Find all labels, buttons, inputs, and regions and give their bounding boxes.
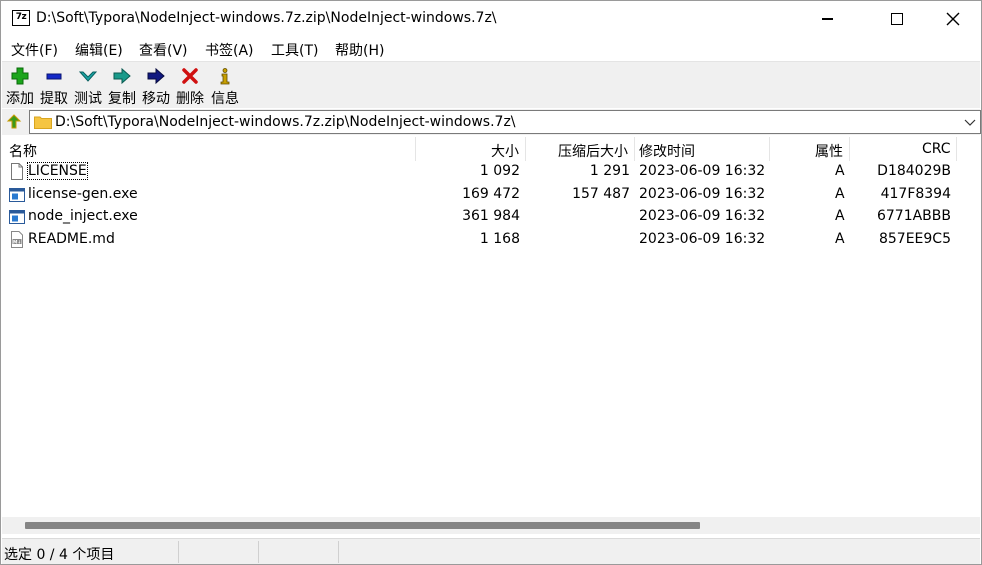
menu-bar: 文件(F) 编辑(E) 查看(V) 书签(A) 工具(T) 帮助(H) xyxy=(2,38,980,60)
file-size: 1 168 xyxy=(479,231,520,247)
chevron-down-icon[interactable] xyxy=(964,117,976,127)
file-row[interactable]: node_inject.exe 361 984 2023-06-09 16:32… xyxy=(2,206,980,228)
status-divider xyxy=(258,541,259,563)
column-header-crc[interactable]: CRC xyxy=(922,141,951,157)
svg-text:M↓: M↓ xyxy=(13,239,21,245)
file-modified: 2023-06-09 16:32 xyxy=(639,163,766,179)
address-bar: D:\Soft\Typora\NodeInject-windows.7z.zip… xyxy=(2,109,981,135)
column-divider[interactable] xyxy=(415,137,416,161)
column-header-modified[interactable]: 修改时间 xyxy=(639,141,695,161)
column-header-attributes[interactable]: 属性 xyxy=(815,141,843,161)
column-divider[interactable] xyxy=(956,137,957,161)
column-header-packed-size[interactable]: 压缩后大小 xyxy=(558,141,628,161)
test-button[interactable]: 测试 xyxy=(70,66,106,108)
column-header-size[interactable]: 大小 xyxy=(491,141,519,161)
info-button[interactable]: 信息 xyxy=(207,66,243,108)
file-row[interactable]: license-gen.exe 169 472 157 487 2023-06-… xyxy=(2,184,980,206)
up-folder-button[interactable] xyxy=(6,114,22,130)
status-divider xyxy=(338,541,339,563)
toolbar: 添加 提取 测试 复制 移动 删除 信息 xyxy=(2,61,980,108)
file-size: 361 984 xyxy=(462,208,520,224)
file-row[interactable]: LICENSE 1 092 1 291 2023-06-09 16:32 A D… xyxy=(2,161,980,183)
7zip-app-icon[interactable]: 7z xyxy=(12,10,30,26)
file-name: node_inject.exe xyxy=(28,208,138,224)
info-icon xyxy=(220,68,230,85)
move-label: 移动 xyxy=(142,91,170,107)
copy-label: 复制 xyxy=(108,91,136,107)
file-list[interactable]: 名称 大小 压缩后大小 修改时间 属性 CRC LICENSE 1 092 1 … xyxy=(2,137,980,517)
file-crc: 857EE9C5 xyxy=(878,231,951,247)
file-crc: 417F8394 xyxy=(880,186,951,202)
file-modified: 2023-06-09 16:32 xyxy=(639,231,766,247)
maximize-icon xyxy=(891,13,903,25)
extract-button[interactable]: 提取 xyxy=(36,66,72,108)
add-button[interactable]: 添加 xyxy=(2,66,38,108)
add-icon xyxy=(11,67,29,85)
add-label: 添加 xyxy=(6,91,34,107)
file-packed-size: 157 487 xyxy=(572,186,630,202)
column-divider[interactable] xyxy=(769,137,770,161)
status-bar: 选定 0 / 4 个项目 xyxy=(2,538,980,564)
close-icon xyxy=(946,12,960,26)
column-divider[interactable] xyxy=(525,137,526,161)
up-folder-icon xyxy=(6,114,22,129)
exe-file-icon xyxy=(9,210,25,224)
file-packed-size: 1 291 xyxy=(589,163,630,179)
file-name: README.md xyxy=(28,231,115,247)
window-title: D:\Soft\Typora\NodeInject-windows.7z.zip… xyxy=(36,10,497,26)
status-selection: 选定 0 / 4 个项目 xyxy=(4,547,115,563)
file-name: license-gen.exe xyxy=(28,186,138,202)
menu-help[interactable]: 帮助(H) xyxy=(335,40,384,60)
file-attributes: A xyxy=(835,163,845,179)
column-header-name[interactable]: 名称 xyxy=(9,141,37,161)
move-button[interactable]: 移动 xyxy=(138,66,174,108)
file-crc: 6771ABBB xyxy=(876,208,951,224)
extract-label: 提取 xyxy=(40,91,68,107)
text-file-icon xyxy=(11,163,23,180)
menu-file[interactable]: 文件(F) xyxy=(11,40,58,60)
markdown-file-icon: M↓ xyxy=(11,231,23,248)
file-name: LICENSE xyxy=(27,162,88,180)
status-divider xyxy=(178,541,179,563)
file-row[interactable]: M↓ README.md 1 168 2023-06-09 16:32 A 85… xyxy=(2,229,980,251)
info-label: 信息 xyxy=(211,91,239,107)
minimize-icon xyxy=(821,18,833,20)
delete-button[interactable]: 删除 xyxy=(172,66,208,108)
list-header: 名称 大小 压缩后大小 修改时间 属性 CRC xyxy=(2,137,980,161)
file-attributes: A xyxy=(835,231,845,247)
extract-icon xyxy=(46,73,62,80)
menu-bookmarks[interactable]: 书签(A) xyxy=(205,40,254,60)
delete-label: 删除 xyxy=(176,91,204,107)
file-crc: D184029B xyxy=(877,163,951,179)
move-icon xyxy=(147,67,165,85)
minimize-button[interactable] xyxy=(804,1,850,37)
column-divider[interactable] xyxy=(634,137,635,161)
menu-view[interactable]: 查看(V) xyxy=(139,40,188,60)
copy-icon xyxy=(113,67,131,85)
menu-tools[interactable]: 工具(T) xyxy=(271,40,318,60)
address-path: D:\Soft\Typora\NodeInject-windows.7z.zip… xyxy=(55,114,516,130)
file-modified: 2023-06-09 16:32 xyxy=(639,186,766,202)
close-button[interactable] xyxy=(930,1,976,37)
file-size: 169 472 xyxy=(462,186,520,202)
horizontal-scrollbar[interactable] xyxy=(2,517,980,534)
app-window: 7z D:\Soft\Typora\NodeInject-windows.7z.… xyxy=(0,0,982,565)
folder-icon xyxy=(34,116,52,129)
maximize-button[interactable] xyxy=(874,1,920,37)
scrollbar-thumb[interactable] xyxy=(25,522,700,529)
title-bar[interactable]: 7z D:\Soft\Typora\NodeInject-windows.7z.… xyxy=(1,1,981,37)
file-attributes: A xyxy=(835,208,845,224)
file-size: 1 092 xyxy=(479,163,520,179)
exe-file-icon xyxy=(9,188,25,202)
delete-icon xyxy=(182,68,198,84)
copy-button[interactable]: 复制 xyxy=(104,66,140,108)
address-field[interactable]: D:\Soft\Typora\NodeInject-windows.7z.zip… xyxy=(29,110,981,134)
column-divider[interactable] xyxy=(849,137,850,161)
file-attributes: A xyxy=(835,186,845,202)
test-icon xyxy=(79,71,97,82)
test-label: 测试 xyxy=(74,91,102,107)
file-modified: 2023-06-09 16:32 xyxy=(639,208,766,224)
menu-edit[interactable]: 编辑(E) xyxy=(75,40,123,60)
